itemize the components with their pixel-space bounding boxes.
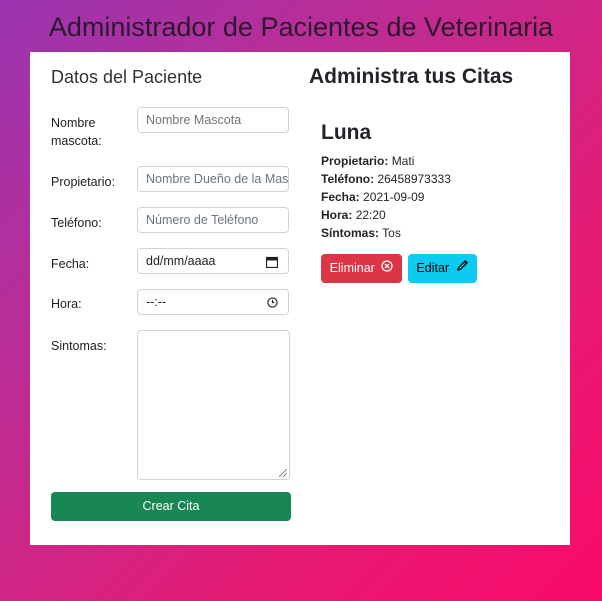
phone-value: 26458973333 <box>377 172 451 186</box>
time-input-value: --:-- <box>146 295 167 309</box>
date-label: Fecha: <box>51 257 90 271</box>
edit-button-label: Editar <box>416 261 450 275</box>
appointment-phone: Teléfono: 26458973333 <box>321 170 451 188</box>
pet-name-input[interactable]: Nombre Mascota <box>137 107 289 133</box>
appointments-title: Administra tus Citas <box>309 65 514 88</box>
appointment-pet-name: Luna <box>321 121 372 144</box>
pet-name-label: Nombre mascota: <box>51 116 102 148</box>
date-key: Fecha: <box>321 190 360 204</box>
time-value: 22:20 <box>355 208 386 222</box>
delete-button-label: Eliminar <box>329 261 375 275</box>
symptoms-value: Tos <box>382 226 401 240</box>
time-key: Hora: <box>321 208 353 222</box>
owner-input[interactable]: Nombre Dueño de la Mascota <box>137 166 289 192</box>
symptoms-textarea[interactable] <box>137 330 290 480</box>
phone-key: Teléfono: <box>321 172 375 186</box>
clock-icon[interactable] <box>267 290 278 314</box>
time-input[interactable]: --:-- <box>137 289 289 315</box>
form-title: Datos del Paciente <box>51 67 203 87</box>
create-appointment-button[interactable]: Crear Cita <box>51 492 291 521</box>
appointment-date: Fecha: 2021-09-09 <box>321 188 424 206</box>
edit-button[interactable]: Editar <box>408 254 477 283</box>
date-value: 2021-09-09 <box>363 190 425 204</box>
phone-label: Teléfono: <box>51 216 102 230</box>
main-card: Datos del Paciente Nombre mascota: Nombr… <box>30 52 570 545</box>
pencil-icon <box>456 254 469 283</box>
phone-input[interactable]: Número de Teléfono <box>137 207 289 233</box>
symptoms-key: Síntomas: <box>321 226 380 240</box>
delete-button[interactable]: Eliminar <box>321 254 402 283</box>
appointment-symptoms: Síntomas: Tos <box>321 224 401 242</box>
date-input-value: dd/mm/aaaa <box>146 254 216 268</box>
time-label: Hora: <box>51 297 82 311</box>
x-circle-icon <box>381 254 393 283</box>
owner-value: Mati <box>391 154 415 168</box>
symptoms-label: Sintomas: <box>51 339 107 353</box>
calendar-icon[interactable] <box>265 249 279 273</box>
page-title: Administrador de Pacientes de Veterinari… <box>48 12 554 42</box>
owner-key: Propietario: <box>321 154 389 168</box>
date-input[interactable]: dd/mm/aaaa <box>137 248 289 274</box>
appointment-owner: Propietario: Mati <box>321 152 414 170</box>
resize-handle-icon[interactable] <box>279 469 287 477</box>
appointment-time: Hora: 22:20 <box>321 206 386 224</box>
owner-label: Propietario: <box>51 175 115 189</box>
